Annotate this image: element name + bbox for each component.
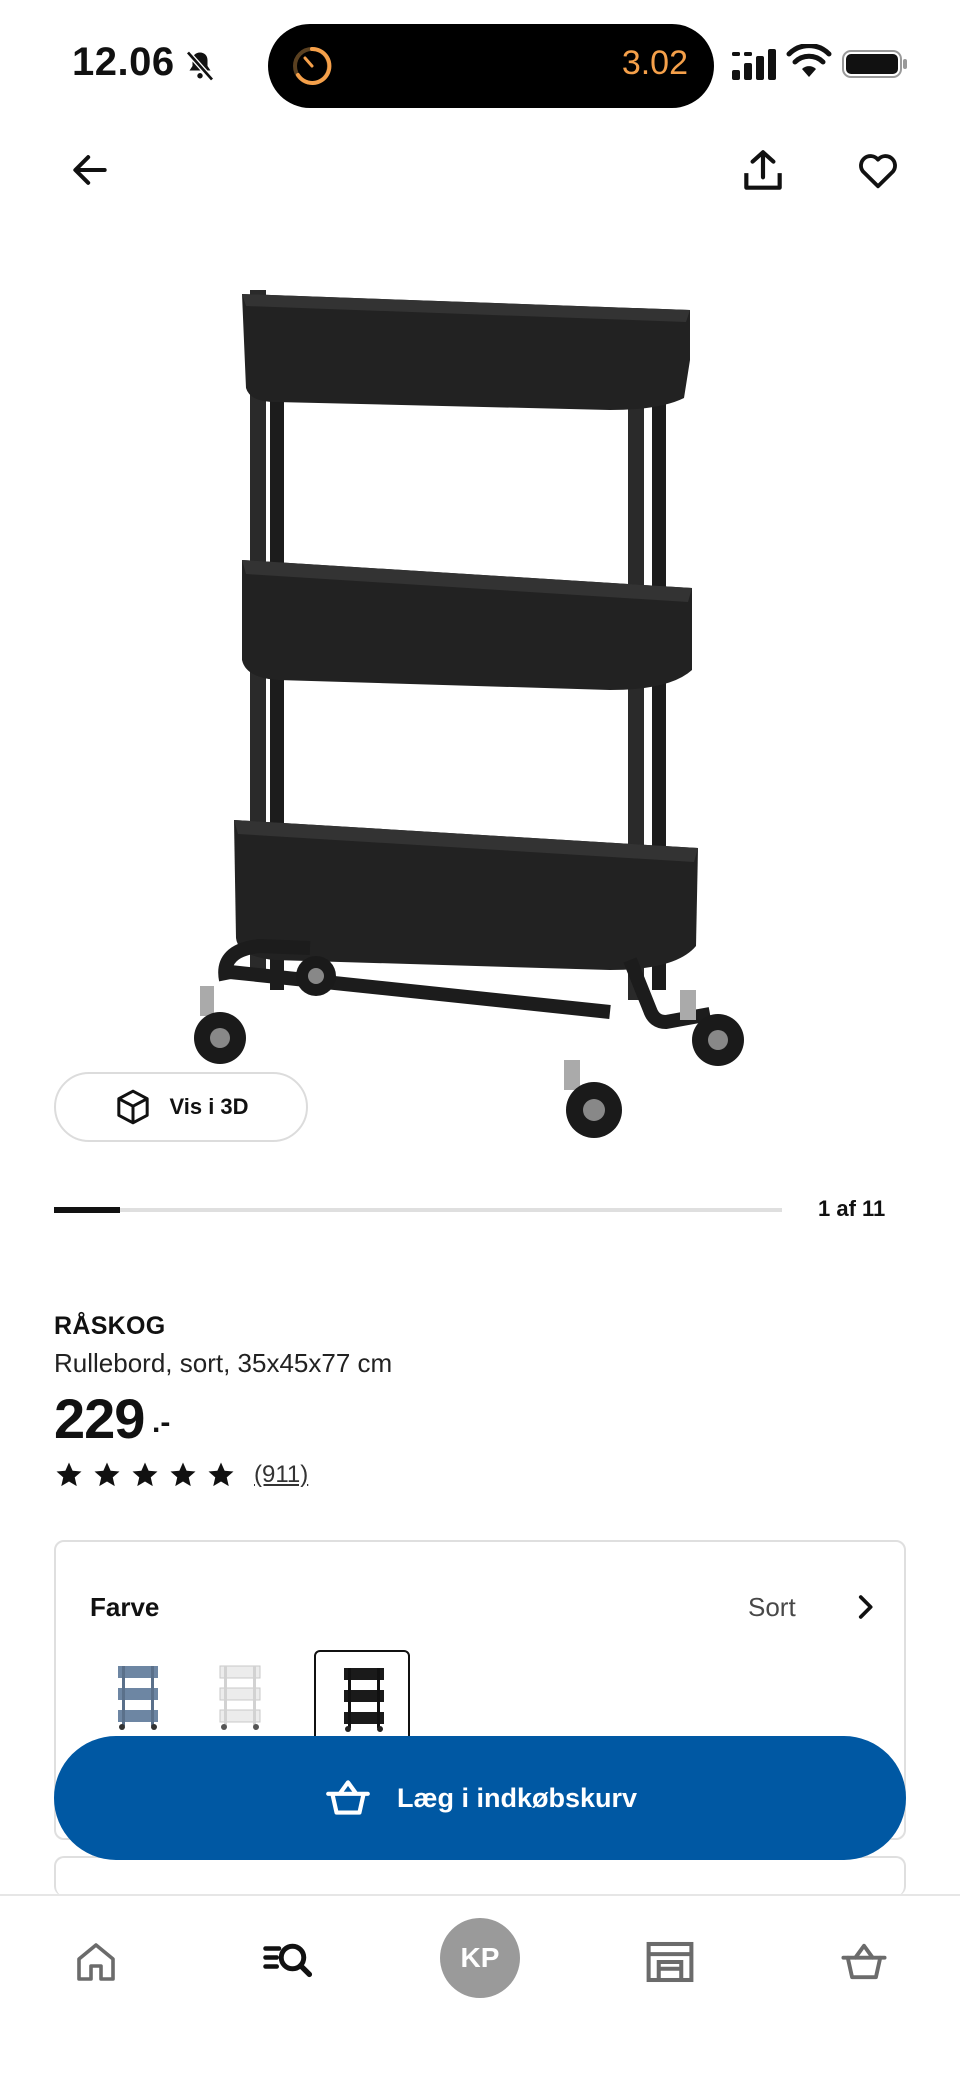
add-to-cart-button[interactable]: Læg i indkøbskurv <box>54 1736 906 1860</box>
bottom-tab-bar: KP <box>0 1894 960 2081</box>
price-suffix: .- <box>152 1406 171 1439</box>
timer-remaining: 3.02 <box>621 44 688 82</box>
next-card-peek <box>54 1856 906 1896</box>
gallery-progress-track <box>54 1207 782 1213</box>
tab-stores[interactable] <box>634 1926 706 1998</box>
search-list-icon <box>263 1943 313 1978</box>
home-icon <box>77 1943 115 1981</box>
product-price: 229 <box>54 1387 145 1450</box>
star-icon <box>56 1462 82 1487</box>
color-value: Sort <box>748 1592 796 1622</box>
share-icon <box>744 150 782 190</box>
cube-icon <box>117 1089 150 1125</box>
tab-search[interactable] <box>252 1926 324 1998</box>
product-name: RÅSKOG <box>54 1312 166 1340</box>
wheel <box>564 1060 622 1138</box>
swatch-cart-image <box>118 1666 158 1730</box>
gallery-counter: 1 af 11 <box>818 1196 886 1221</box>
color-label: Farve <box>90 1592 160 1622</box>
avatar-initials: KP <box>460 1942 500 1973</box>
wheel <box>680 990 744 1066</box>
basket-icon <box>326 1780 370 1815</box>
back-button[interactable] <box>60 140 120 200</box>
heart-icon <box>859 154 897 189</box>
product-description: Rullebord, sort, 35x45x77 cm <box>54 1348 393 1378</box>
swatch-cart-image <box>344 1668 384 1732</box>
timer-icon <box>293 46 332 85</box>
wheel <box>194 986 246 1064</box>
star-icon <box>170 1462 196 1487</box>
status-time: 12.06 <box>72 40 175 84</box>
basket-icon <box>841 1943 887 1980</box>
tab-basket[interactable] <box>828 1926 900 1998</box>
bell-muted-icon <box>186 50 214 82</box>
wheel <box>296 956 336 996</box>
avatar[interactable]: KP <box>440 1918 520 1998</box>
status-bar: 12.06 3.02 <box>0 0 960 120</box>
cellular-signal-icon <box>732 49 776 80</box>
wifi-icon <box>786 44 832 77</box>
product-image[interactable] <box>190 270 770 1150</box>
add-to-cart-label: Læg i indkøbskurv <box>396 1782 638 1813</box>
chevron-right-icon <box>858 1595 873 1619</box>
arrow-left-icon <box>73 155 107 185</box>
dynamic-island: 3.02 <box>268 24 714 108</box>
swatch-cart-image <box>219 1665 261 1730</box>
view-3d-label: Vis i 3D <box>169 1094 249 1119</box>
star-icon <box>132 1462 158 1487</box>
favorite-button[interactable] <box>848 140 908 200</box>
star-icon <box>208 1462 234 1487</box>
tab-home[interactable] <box>60 1926 132 1998</box>
star-icon <box>94 1462 120 1487</box>
view-3d-button[interactable]: Vis i 3D <box>54 1072 308 1142</box>
store-icon <box>646 1941 694 1983</box>
share-button[interactable] <box>730 138 796 204</box>
battery-icon <box>842 50 907 78</box>
review-count-link[interactable]: (911) <box>254 1461 308 1489</box>
gallery-progress-fill <box>54 1207 120 1213</box>
rating[interactable]: (911) <box>54 1460 308 1490</box>
